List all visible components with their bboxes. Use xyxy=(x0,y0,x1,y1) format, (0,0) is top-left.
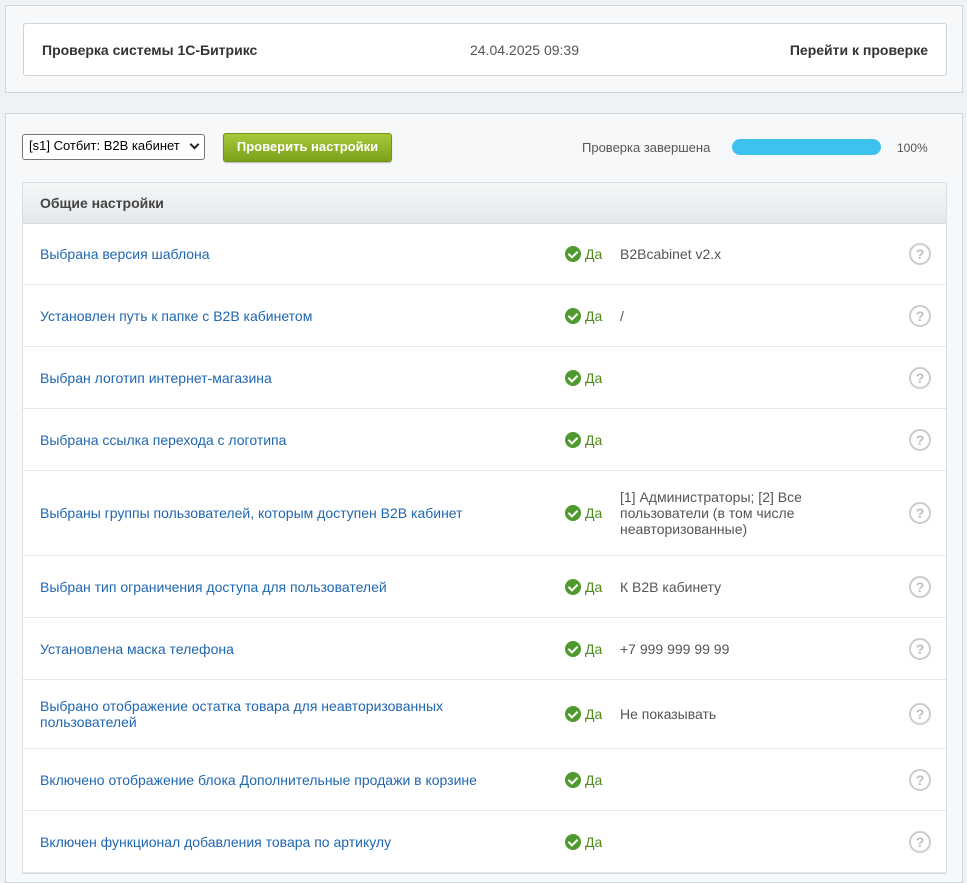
site-select-value: [s1] Сотбит: B2B кабинет xyxy=(29,138,180,153)
site-select[interactable]: [s1] Сотбит: B2B кабинет xyxy=(22,134,205,160)
setting-status: Да xyxy=(565,505,602,521)
setting-status-label: Да xyxy=(585,706,603,722)
setting-status-label: Да xyxy=(585,505,603,521)
table-row: Выбран тип ограничения доступа для польз… xyxy=(23,556,946,618)
settings-table: Общие настройки Выбрана версия шаблона Да… xyxy=(22,182,947,874)
setting-status: Да xyxy=(565,307,603,324)
question-circle-icon[interactable]: ? xyxy=(909,243,931,265)
check-circle-icon xyxy=(565,771,581,788)
progress-percent: 100% xyxy=(897,141,928,155)
setting-value: +7 999 999 99 99 xyxy=(620,640,730,657)
table-row: Выбрана версия шаблона Да B2Bcabinet v2.x? xyxy=(23,224,946,285)
chevron-down-icon xyxy=(189,139,200,150)
setting-value: / xyxy=(620,307,624,324)
check-circle-icon xyxy=(565,640,581,657)
setting-name[interactable]: Включен функционал добавления товара по … xyxy=(40,834,480,850)
table-row: Выбрано отображение остатка товара для н… xyxy=(23,680,946,749)
check-circle-icon xyxy=(565,431,581,448)
settings-rows: Выбрана версия шаблона Да B2Bcabinet v2.x?… xyxy=(23,224,946,873)
setting-status: Да xyxy=(565,640,603,657)
question-circle-icon[interactable]: ? xyxy=(909,575,931,598)
check-circle-icon xyxy=(565,369,581,386)
check-settings-button[interactable]: Проверить настройки xyxy=(223,133,392,162)
system-check-datetime: 24.04.2025 09:39 xyxy=(470,42,579,58)
setting-name[interactable]: Выбрана ссылка перехода с логотипа xyxy=(40,432,480,448)
setting-status-label: Да xyxy=(585,307,603,324)
setting-status-label: Да xyxy=(585,640,603,657)
question-circle-icon[interactable]: ? xyxy=(909,830,931,853)
setting-status-label: Да xyxy=(585,431,603,448)
setting-status: Да xyxy=(565,246,602,262)
question-circle-icon[interactable]: ? xyxy=(909,703,931,725)
check-circle-icon xyxy=(565,706,581,722)
setting-status-label: Да xyxy=(585,369,603,386)
table-row: Выбрана ссылка перехода с логотипа Да? xyxy=(23,409,946,471)
setting-value: [1] Администраторы; [2] Все пользователи… xyxy=(620,489,802,537)
setting-name[interactable]: Выбран тип ограничения доступа для польз… xyxy=(40,579,480,595)
setting-value: Не показывать xyxy=(620,706,717,722)
setting-value: К B2B кабинету xyxy=(620,578,722,595)
system-check-card: Проверка системы 1С-Битрикс 24.04.2025 0… xyxy=(23,23,947,76)
main-panel: [s1] Сотбит: B2B кабинет Проверить настр… xyxy=(5,113,963,883)
question-circle-icon[interactable]: ? xyxy=(909,502,931,524)
setting-name[interactable]: Установлен путь к папке с B2B кабинетом xyxy=(40,308,480,324)
setting-status: Да xyxy=(565,369,603,386)
setting-name[interactable]: Включено отображение блока Дополнительны… xyxy=(40,772,480,788)
check-circle-icon xyxy=(565,833,581,850)
table-row: Установлен путь к папке с B2B кабинетом Д… xyxy=(23,285,946,347)
setting-status: Да xyxy=(565,706,602,722)
setting-status-label: Да xyxy=(585,246,603,262)
setting-status: Да xyxy=(565,833,603,850)
setting-status: Да xyxy=(565,771,603,788)
table-row: Выбран логотип интернет-магазина Да? xyxy=(23,347,946,409)
setting-name[interactable]: Выбрана версия шаблона xyxy=(40,246,480,262)
check-status-text: Проверка завершена xyxy=(582,140,711,155)
setting-value: B2Bcabinet v2.x xyxy=(620,246,722,262)
check-circle-icon xyxy=(565,246,581,262)
top-panel: Проверка системы 1С-Битрикс 24.04.2025 0… xyxy=(5,5,963,93)
progress-bar-fill xyxy=(732,139,881,155)
question-circle-icon[interactable]: ? xyxy=(909,304,931,327)
section-header: Общие настройки xyxy=(23,183,946,224)
question-circle-icon[interactable]: ? xyxy=(909,637,931,660)
table-row: Установлена маска телефона Да +7 999 999 9… xyxy=(23,618,946,680)
setting-name[interactable]: Выбрано отображение остатка товара для н… xyxy=(40,698,480,730)
setting-status-label: Да xyxy=(585,771,603,788)
system-check-title: Проверка системы 1С-Битрикс xyxy=(42,42,258,58)
progress-bar xyxy=(732,139,881,155)
table-row: Включено отображение блока Дополнительны… xyxy=(23,749,946,811)
setting-status-label: Да xyxy=(585,578,603,595)
goto-check-link[interactable]: Перейти к проверке xyxy=(790,42,928,58)
setting-status-label: Да xyxy=(585,833,603,850)
check-circle-icon xyxy=(565,505,581,521)
setting-status: Да xyxy=(565,578,603,595)
setting-name[interactable]: Выбраны группы пользователей, которым до… xyxy=(40,505,480,521)
table-row: Включен функционал добавления товара по … xyxy=(23,811,946,873)
setting-name[interactable]: Установлена маска телефона xyxy=(40,641,480,657)
setting-status: Да xyxy=(565,431,603,448)
table-row: Выбраны группы пользователей, которым до… xyxy=(23,471,946,556)
setting-name[interactable]: Выбран логотип интернет-магазина xyxy=(40,370,480,386)
question-circle-icon[interactable]: ? xyxy=(909,768,931,791)
question-circle-icon[interactable]: ? xyxy=(909,428,931,451)
check-circle-icon xyxy=(565,307,581,324)
check-circle-icon xyxy=(565,578,581,595)
question-circle-icon[interactable]: ? xyxy=(909,366,931,389)
